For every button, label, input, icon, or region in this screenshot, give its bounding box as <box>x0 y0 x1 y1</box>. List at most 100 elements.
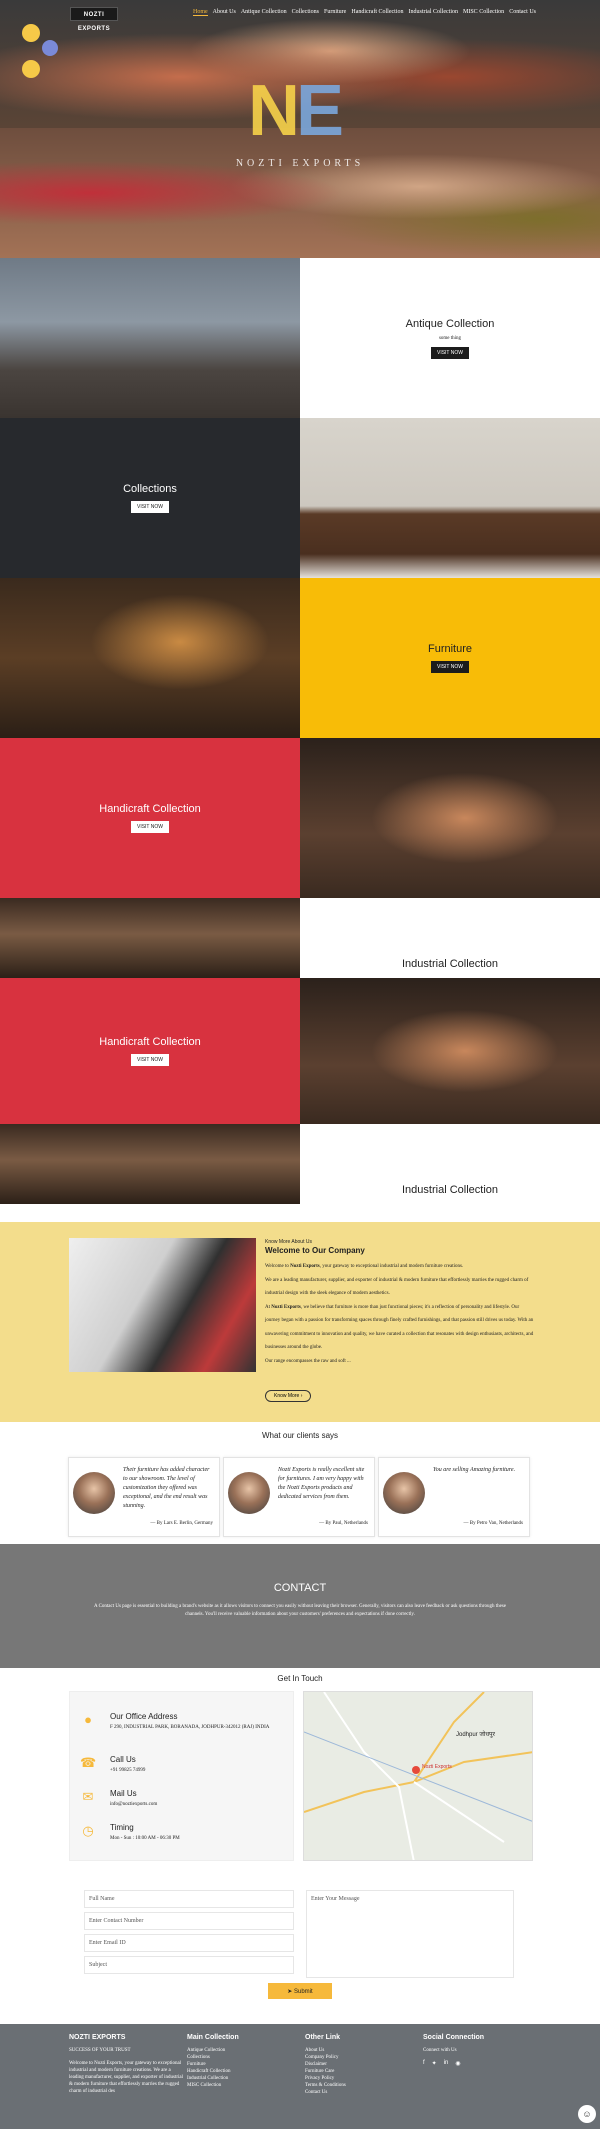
handicraft-visit-button-2[interactable]: VISIT NOW <box>130 1054 170 1066</box>
testimonial-card: Nozti Exports is really excellent site f… <box>223 1457 375 1537</box>
furniture-tile: Furniture VISIT NOW <box>300 578 600 738</box>
handicraft-tile-1: Handicraft Collection VISIT NOW <box>0 738 300 898</box>
about-photo <box>69 1238 256 1372</box>
avatar <box>228 1472 270 1514</box>
footer-link[interactable]: Collections <box>187 2054 239 2061</box>
nav-antique-collection[interactable]: Antique Collection <box>241 9 287 16</box>
industrial-title-1: Industrial Collection <box>402 958 498 970</box>
nav-collections[interactable]: Collections <box>292 9 319 16</box>
footer-col2-title: Main Collection <box>187 2034 239 2041</box>
footer-link[interactable]: Disclaimer <box>305 2061 346 2068</box>
address-value: F 290, INDUSTRIAL PARK, BORANADA, JODHPU… <box>110 1725 270 1730</box>
contact-number-input[interactable]: Enter Contact Number <box>84 1912 294 1930</box>
antique-photo <box>0 258 300 418</box>
avatar <box>73 1472 115 1514</box>
contact-banner: CONTACT A Contact Us page is essential t… <box>0 1544 600 1668</box>
furniture-title: Furniture <box>427 643 473 655</box>
submit-button[interactable]: ➤ Submit <box>268 1983 332 1999</box>
footer-link[interactable]: Terms & Conditions <box>305 2082 346 2089</box>
handicraft-title-1: Handicraft Collection <box>99 803 201 815</box>
twitter-icon[interactable]: ✦ <box>432 2060 437 2067</box>
nav-industrial-collection[interactable]: Industrial Collection <box>409 9 459 16</box>
subject-input[interactable]: Subject <box>84 1956 294 1974</box>
testimonial-quote: You are selling Amazing furniture. <box>433 1467 516 1473</box>
nav-misc-collection[interactable]: MISC Collection <box>463 9 504 16</box>
mail-value[interactable]: info@noztiexports.com <box>110 1801 280 1808</box>
call-value[interactable]: +91 99825 74999 <box>110 1767 280 1774</box>
footer-brand-sub: SUCCESS OF YOUR TRUST <box>69 2048 131 2053</box>
industrial-title-2: Industrial Collection <box>402 1184 498 1196</box>
footer-link[interactable]: Handicraft Collection <box>187 2068 239 2075</box>
footer-about: NOZTI EXPORTS SUCCESS OF YOUR TRUST Welc… <box>69 2034 184 2095</box>
about-p4: Our range encompasses the raw and soft .… <box>265 1358 351 1364</box>
facebook-icon[interactable]: f <box>423 2060 425 2067</box>
hero-tagline: NOZTI EXPORTS <box>235 158 365 169</box>
handicraft-visit-button-1[interactable]: VISIT NOW <box>130 821 170 833</box>
footer-link[interactable]: Antique Collection <box>187 2047 239 2054</box>
nav-home[interactable]: Home <box>193 9 208 16</box>
clock-icon: ◷ <box>82 1823 94 1838</box>
footer-link[interactable]: Contact Us <box>305 2089 346 2096</box>
handicraft-photo-2 <box>300 978 600 1124</box>
about-p2: We are a leading manufacturer, supplier,… <box>265 1277 529 1297</box>
site-logo[interactable]: NOZTI EXPORTS <box>70 7 118 32</box>
hero-decor-dot <box>22 60 40 78</box>
avatar <box>383 1472 425 1514</box>
linkedin-icon[interactable]: in <box>444 2060 449 2067</box>
testimonial-author: — By Paul, Netherlands <box>319 1521 368 1526</box>
footer-link[interactable]: Furniture Care <box>305 2068 346 2075</box>
footer-other-links: Other Link About Us Company Policy Discl… <box>305 2034 346 2096</box>
about-title: Welcome to Our Company <box>265 1246 365 1255</box>
antique-subtitle: some thing <box>438 335 462 341</box>
testimonial-quote: Nozti Exports is really excellent site f… <box>278 1467 365 1500</box>
footer-link[interactable]: Privacy Policy <box>305 2075 346 2082</box>
collections-photo <box>300 418 600 578</box>
footer-link[interactable]: MISC Collection <box>187 2082 239 2089</box>
antique-visit-button[interactable]: VISIT NOW <box>430 346 470 359</box>
footer-link[interactable]: About Us <box>305 2047 346 2054</box>
nav-handicraft-collection[interactable]: Handicraft Collection <box>351 9 403 16</box>
submit-label: Submit <box>294 1988 313 1995</box>
collections-visit-button[interactable]: VISIT NOW <box>130 501 170 513</box>
industrial-photo-1 <box>0 898 300 978</box>
contact-banner-text: A Contact Us page is essential to buildi… <box>93 1604 506 1617</box>
footer-link[interactable]: Company Policy <box>305 2054 346 2061</box>
message-textarea[interactable]: Enter Your Message <box>306 1890 514 1978</box>
chat-widget-icon[interactable]: ☺ <box>578 2105 596 2123</box>
address-title: Our Office Address <box>110 1712 178 1721</box>
footer-link[interactable]: Furniture <box>187 2061 239 2068</box>
nav-about-us[interactable]: About Us <box>213 9 236 16</box>
mail-title: Mail Us <box>110 1789 137 1798</box>
footer-link[interactable]: Industrial Collection <box>187 2075 239 2082</box>
location-pin-icon: ● <box>84 1712 92 1727</box>
furniture-visit-button[interactable]: VISIT NOW <box>430 661 470 673</box>
chevron-right-icon: › <box>300 1393 303 1399</box>
industrial-photo-2 <box>0 1124 300 1204</box>
address-row: ● Our Office Address F 290, INDUSTRIAL P… <box>80 1712 280 1731</box>
nav-furniture[interactable]: Furniture <box>324 9 346 16</box>
testimonial-quote: Their furniture has added character to o… <box>123 1467 210 1509</box>
testimonial-card: You are selling Amazing furniture. — By … <box>378 1457 530 1537</box>
about-p1-prefix: Welcome to <box>265 1264 291 1269</box>
handicraft-title-2: Handicraft Collection <box>99 1036 201 1048</box>
mail-icon: ✉ <box>82 1789 94 1804</box>
nav-contact-us[interactable]: Contact Us <box>509 9 536 16</box>
instagram-icon[interactable]: ◉ <box>455 2060 460 2067</box>
footer-brand-text: Welcome to Nozti Exports, your gateway t… <box>69 2061 184 2094</box>
phone-icon: ☎ <box>80 1755 97 1770</box>
full-name-input[interactable]: Full Name <box>84 1890 294 1908</box>
email-input[interactable]: Enter Email ID <box>84 1934 294 1952</box>
contact-banner-title: CONTACT <box>273 1582 327 1594</box>
location-map[interactable]: Jodhpur जोधपुर Nozti Exports <box>303 1691 533 1861</box>
map-label-city: Jodhpur जोधपुर <box>456 1732 495 1738</box>
industrial-tile-1: Industrial Collection <box>300 898 600 978</box>
handicraft-photo-1 <box>300 738 600 898</box>
testimonial-author: — By Lars E. Berlin, Germany <box>150 1521 213 1526</box>
about-p3-suffix: , we believe that furniture is more than… <box>265 1304 534 1351</box>
hero-ne-logo: NE <box>248 71 344 151</box>
collections-title: Collections <box>123 483 177 495</box>
call-row: ☎ Call Us +91 99825 74999 <box>80 1755 280 1774</box>
handicraft-tile-2: Handicraft Collection VISIT NOW <box>0 978 300 1124</box>
know-more-button[interactable]: Know More › <box>265 1390 312 1402</box>
site-footer: NOZTI EXPORTS SUCCESS OF YOUR TRUST Welc… <box>0 2024 600 2129</box>
